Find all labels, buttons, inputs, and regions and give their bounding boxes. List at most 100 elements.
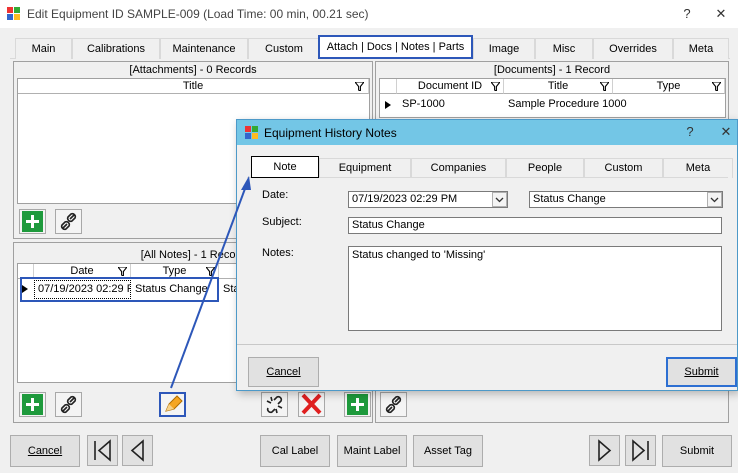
dialog-submit-button[interactable]: Submit [666, 357, 737, 387]
first-record-button[interactable] [87, 435, 118, 466]
date-value: 07/19/2023 02:29 PM [352, 193, 458, 205]
cancel-button[interactable]: Cancel [10, 435, 80, 467]
dialog-titlebar: Equipment History Notes ? ✕ [237, 120, 737, 145]
subject-input[interactable]: Status Change [348, 217, 722, 234]
date-dropdown-button[interactable] [492, 192, 507, 207]
tab-overrides[interactable]: Overrides [593, 38, 673, 59]
last-record-icon [632, 439, 649, 462]
filter-icon[interactable] [355, 82, 364, 91]
tab-meta[interactable]: Meta [673, 38, 729, 59]
add-part-button[interactable] [344, 392, 371, 417]
delete-icon [301, 393, 322, 415]
tab-calibrations[interactable]: Calibrations [72, 38, 160, 59]
next-record-button[interactable] [589, 435, 620, 466]
chevron-down-icon [495, 197, 504, 203]
asset-tag-button[interactable]: Asset Tag [413, 435, 483, 467]
link-part-button[interactable] [380, 392, 407, 417]
equipment-history-notes-dialog: Equipment History Notes ? ✕ Note Equipme… [236, 119, 738, 391]
dialog-tab-equipment[interactable]: Equipment [319, 158, 411, 178]
app-icon [7, 7, 20, 20]
unlink-note-button[interactable] [261, 392, 288, 417]
column-header-label: Title [182, 80, 204, 92]
next-record-icon [598, 439, 612, 462]
documents-panel: [Documents] - 1 Record Document ID Title… [375, 61, 729, 121]
notes-label: Notes: [262, 247, 294, 259]
tab-image[interactable]: Image [473, 38, 535, 59]
documents-grid[interactable]: Document ID Title Type SP-1000 Sample Pr… [379, 78, 726, 118]
add-note-button[interactable] [19, 392, 46, 417]
edit-note-button[interactable] [159, 392, 186, 417]
filter-icon[interactable] [600, 82, 609, 91]
link-icon [60, 212, 77, 231]
add-icon [22, 211, 43, 232]
cell-document-id: SP-1000 [402, 98, 445, 110]
filter-icon[interactable] [712, 82, 721, 91]
table-row[interactable]: SP-1000 Sample Procedure 1000 [380, 95, 725, 115]
dialog-divider [237, 344, 737, 345]
add-icon [22, 394, 43, 415]
dialog-tab-custom[interactable]: Custom [584, 158, 663, 178]
dialog-title: Equipment History Notes [264, 126, 397, 140]
column-header-label: Type [656, 80, 681, 92]
tab-attach-docs-notes-parts[interactable]: Attach | Docs | Notes | Parts [318, 35, 473, 59]
dialog-help-button[interactable]: ? [678, 122, 702, 142]
link-attachment-button[interactable] [55, 209, 82, 234]
dialog-submit-label: Submit [684, 366, 719, 378]
column-header-label: Title [547, 80, 569, 92]
column-header-label: Document ID [417, 80, 483, 92]
pencil-icon [165, 395, 183, 412]
submit-button[interactable]: Submit [662, 435, 732, 467]
note-type-dropdown-button[interactable] [707, 192, 722, 207]
dialog-tab-meta[interactable]: Meta [663, 158, 733, 178]
dialog-tab-people[interactable]: People [506, 158, 584, 178]
note-type-select[interactable]: Status Change [529, 191, 723, 208]
tab-main[interactable]: Main [15, 38, 72, 59]
note-type-value: Status Change [533, 193, 606, 205]
filter-icon[interactable] [491, 82, 500, 91]
cancel-label: Cancel [27, 445, 63, 457]
dialog-close-button[interactable]: ✕ [714, 122, 738, 142]
filter-icon[interactable] [118, 267, 127, 276]
dialog-app-icon [245, 126, 258, 139]
previous-record-button[interactable] [122, 435, 153, 466]
filter-icon[interactable] [206, 267, 215, 276]
cell-title: Sample Procedure 1000 [508, 98, 627, 110]
close-button[interactable]: ✕ [709, 4, 733, 24]
add-attachment-button[interactable] [19, 209, 46, 234]
documents-caption: [Documents] - 1 Record [493, 64, 611, 76]
column-header-label: Date [70, 265, 94, 277]
column-header-label: Type [162, 265, 187, 277]
tab-custom[interactable]: Custom [248, 38, 320, 59]
row-pointer-icon [385, 101, 391, 109]
dialog-cancel-button[interactable]: Cancel [248, 357, 319, 387]
delete-note-button[interactable] [298, 392, 325, 417]
subject-label: Subject: [262, 216, 302, 228]
dialog-tab-note[interactable]: Note [251, 156, 319, 178]
link-note-button[interactable] [55, 392, 82, 417]
column-header-title[interactable]: Title [18, 79, 369, 94]
date-picker[interactable]: 07/19/2023 02:29 PM [348, 191, 508, 208]
window-title: Edit Equipment ID SAMPLE-009 (Load Time:… [27, 7, 369, 21]
first-record-icon [94, 439, 111, 462]
last-record-button[interactable] [625, 435, 656, 466]
row-highlight-box [20, 277, 219, 302]
previous-record-icon [130, 439, 144, 462]
column-header-document-id[interactable]: Document ID [397, 79, 504, 94]
link-icon [60, 395, 77, 414]
column-header-type[interactable]: Type [613, 79, 725, 94]
tab-maintenance[interactable]: Maintenance [160, 38, 248, 59]
column-header-title[interactable]: Title [504, 79, 613, 94]
chevron-down-icon [710, 197, 719, 203]
unlink-icon [266, 395, 283, 414]
window-titlebar: Edit Equipment ID SAMPLE-009 (Load Time:… [0, 0, 738, 28]
dialog-tab-companies[interactable]: Companies [411, 158, 506, 178]
dialog-cancel-label: Cancel [266, 366, 301, 378]
cal-label-button[interactable]: Cal Label [260, 435, 330, 467]
date-label: Date: [262, 189, 289, 201]
notes-textarea[interactable]: Status changed to 'Missing' [348, 246, 722, 331]
attachments-caption: [Attachments] - 0 Records [129, 64, 257, 76]
tab-misc[interactable]: Misc [535, 38, 593, 59]
help-button[interactable]: ? [675, 4, 699, 24]
maint-label-button[interactable]: Maint Label [337, 435, 407, 467]
link-icon [385, 395, 402, 414]
